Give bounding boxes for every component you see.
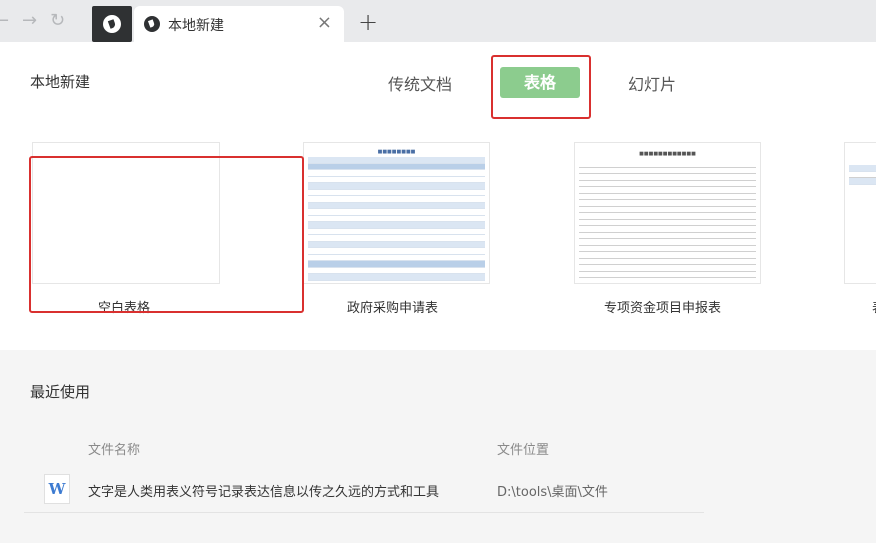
recent-title: 最近使用 [30, 383, 91, 401]
column-header-name: 文件名称 [88, 443, 141, 458]
back-arrow-icon[interactable]: ← [0, 10, 9, 32]
column-header-location: 文件位置 [497, 443, 550, 458]
template-thumbnail: ■■■■■■■■ [303, 142, 490, 284]
template-label: 政府采购申请表 [347, 301, 439, 316]
tab-favicon-icon [144, 16, 160, 32]
reload-icon[interactable]: ↻ [50, 10, 65, 32]
app-logo-icon [103, 15, 121, 33]
tab-slides[interactable]: 幻灯片 [628, 71, 676, 95]
forward-arrow-icon[interactable]: → [22, 10, 37, 32]
plus-icon[interactable]: + [358, 8, 378, 36]
close-icon[interactable]: × [317, 12, 332, 33]
template-label: 表 [872, 297, 876, 316]
recent-file-row[interactable]: W 文字是人类用表义符号记录表达信息以传之久远的方式和工具 D:\tools\桌… [24, 468, 704, 513]
browser-tab-bar: ← → ↻ 本地新建 × + [0, 0, 876, 42]
template-label: 专项资金项目申报表 [604, 301, 722, 316]
template-thumbnail: ■■■■■■■■■■■■ [574, 142, 761, 284]
word-file-icon: W [44, 474, 70, 504]
recent-section: 最近使用 文件名称 文件位置 W 文字是人类用表义符号记录表达信息以传之久远的方… [0, 350, 876, 543]
template-thumbnail [32, 142, 220, 284]
browser-tab[interactable]: 本地新建 × [134, 6, 344, 42]
page-title: 本地新建 [30, 73, 91, 91]
template-thumbnail [844, 142, 876, 284]
tab-title: 本地新建 [168, 18, 224, 34]
tab-traditional-doc[interactable]: 传统文档 [388, 71, 452, 95]
file-name: 文字是人类用表义符号记录表达信息以传之久远的方式和工具 [88, 485, 440, 500]
app-home-tile[interactable] [92, 6, 132, 42]
file-path: D:\tools\桌面\文件 [497, 485, 608, 500]
template-label: 空白表格 [98, 301, 151, 316]
tab-spreadsheet[interactable]: 表格 [500, 67, 580, 98]
